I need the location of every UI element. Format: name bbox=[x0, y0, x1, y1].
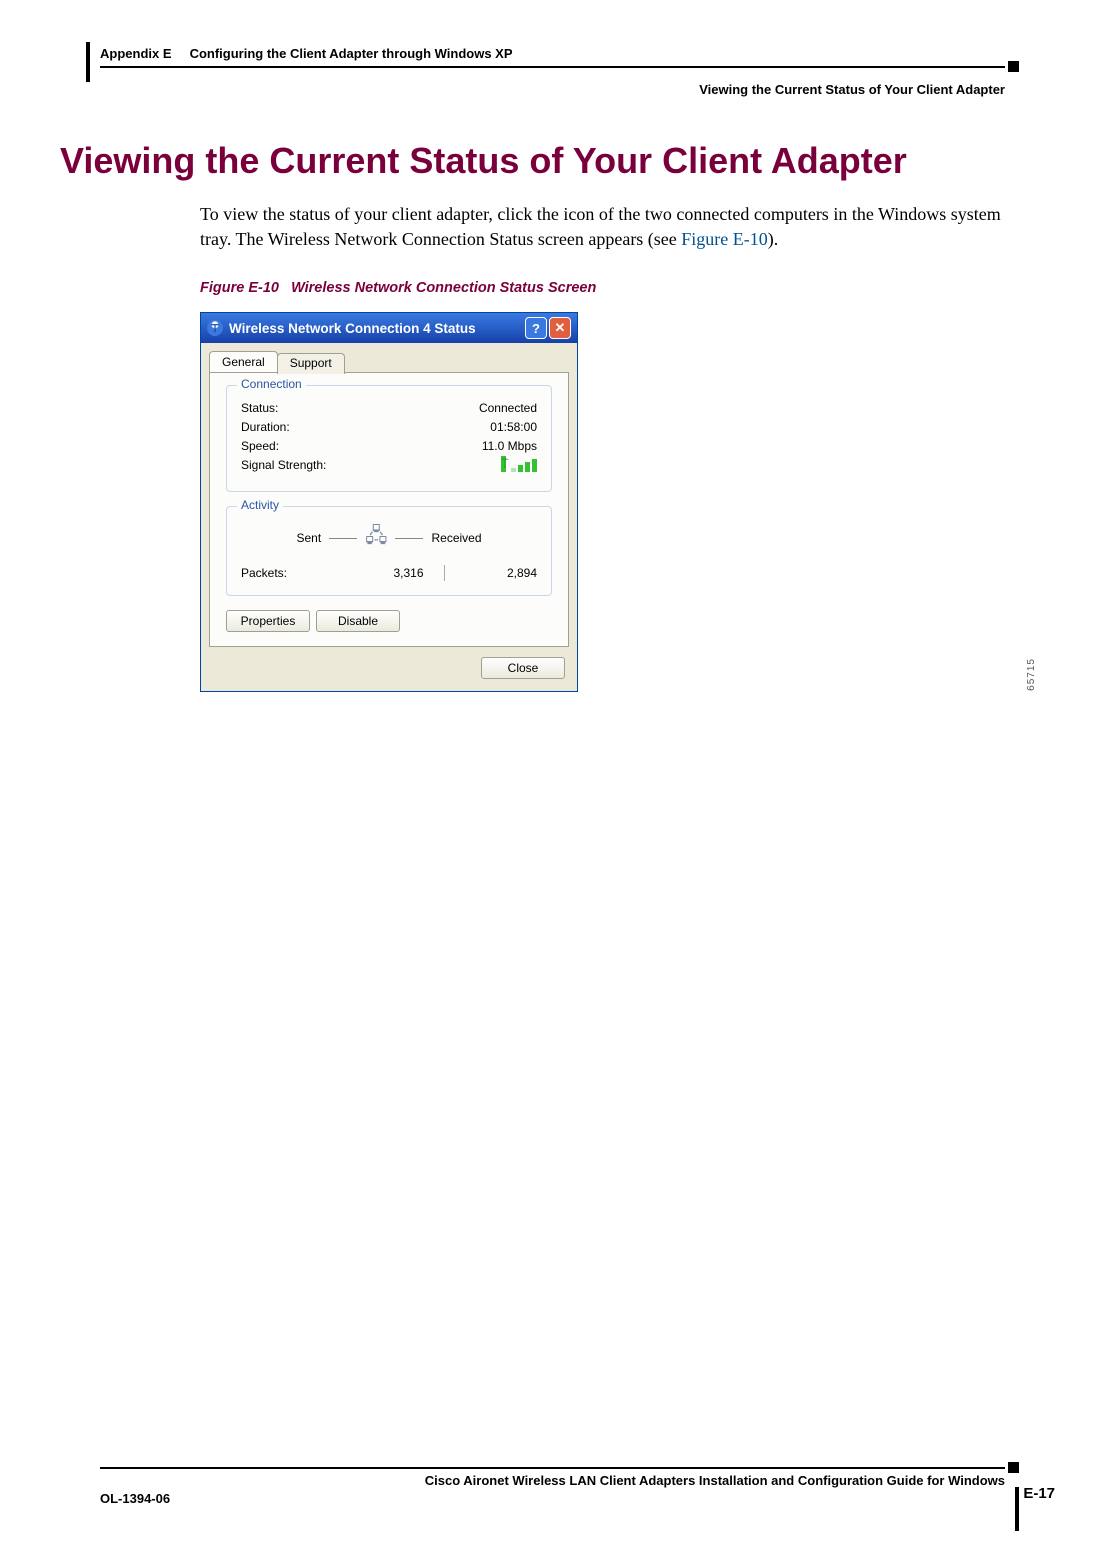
appendix-label: Appendix E bbox=[100, 46, 172, 61]
footer-right-marker bbox=[1008, 1462, 1019, 1473]
figure-id-number: 65715 bbox=[1026, 658, 1037, 691]
header-rule bbox=[100, 66, 1005, 68]
dialog-titlebar[interactable]: ⊤ Wireless Network Connection 4 Status ?… bbox=[201, 313, 577, 343]
header-left: Appendix E Configuring the Client Adapte… bbox=[100, 46, 513, 61]
header-right-marker bbox=[1008, 61, 1019, 72]
dialog-title: Wireless Network Connection 4 Status bbox=[229, 321, 476, 336]
connection-group: Connection Status: Connected Duration: 0… bbox=[226, 385, 552, 492]
speed-label: Speed: bbox=[241, 439, 279, 453]
header-left-bar bbox=[86, 42, 90, 82]
close-button[interactable]: Close bbox=[481, 657, 565, 679]
section-title: Viewing the Current Status of Your Clien… bbox=[699, 82, 1005, 97]
activity-line-left bbox=[329, 538, 357, 539]
tab-bar: General Support bbox=[209, 351, 569, 372]
status-label: Status: bbox=[241, 401, 278, 415]
wireless-icon: ⊤ bbox=[207, 320, 223, 336]
activity-group: Activity Sent 🖧 Received Packets: 3,316 bbox=[226, 506, 552, 596]
signal-label: Signal Strength: bbox=[241, 458, 326, 472]
tab-general[interactable]: General bbox=[209, 351, 278, 372]
page-heading: Viewing the Current Status of Your Clien… bbox=[60, 140, 1005, 182]
connection-legend: Connection bbox=[237, 377, 306, 391]
computers-icon: 🖧 bbox=[365, 521, 387, 555]
tab-support[interactable]: Support bbox=[277, 353, 345, 374]
para-after: ). bbox=[768, 229, 779, 249]
packets-received: 2,894 bbox=[445, 566, 538, 580]
duration-value: 01:58:00 bbox=[490, 420, 537, 434]
status-value: Connected bbox=[479, 401, 537, 415]
tab-body: Connection Status: Connected Duration: 0… bbox=[209, 372, 569, 647]
received-label: Received bbox=[431, 531, 481, 545]
packets-sent: 3,316 bbox=[331, 566, 444, 580]
speed-value: 11.0 Mbps bbox=[482, 439, 537, 453]
footer-page-number: E-17 bbox=[1023, 1485, 1055, 1502]
help-button[interactable]: ? bbox=[525, 317, 547, 339]
disable-button[interactable]: Disable bbox=[316, 610, 400, 632]
appendix-title: Configuring the Client Adapter through W… bbox=[190, 46, 513, 61]
figure-caption: Figure E-10 Wireless Network Connection … bbox=[200, 280, 1005, 296]
figure-label: Figure E-10 bbox=[200, 280, 279, 296]
figure-link[interactable]: Figure E-10 bbox=[681, 229, 767, 249]
footer-doc-number: OL-1394-06 bbox=[100, 1491, 170, 1506]
duration-label: Duration: bbox=[241, 420, 290, 434]
status-dialog: ⊤ Wireless Network Connection 4 Status ?… bbox=[200, 312, 578, 692]
activity-legend: Activity bbox=[237, 498, 283, 512]
properties-button[interactable]: Properties bbox=[226, 610, 310, 632]
intro-paragraph: To view the status of your client adapte… bbox=[200, 202, 1005, 252]
para-before: To view the status of your client adapte… bbox=[200, 204, 1001, 249]
figure-title: Wireless Network Connection Status Scree… bbox=[291, 280, 596, 296]
activity-line-right bbox=[395, 538, 423, 539]
footer-right-bar bbox=[1015, 1487, 1019, 1531]
close-icon[interactable]: ✕ bbox=[549, 317, 571, 339]
footer-guide-title: Cisco Aironet Wireless LAN Client Adapte… bbox=[425, 1473, 1005, 1488]
footer-rule bbox=[100, 1467, 1005, 1469]
packets-label: Packets: bbox=[241, 566, 331, 580]
sent-label: Sent bbox=[296, 531, 321, 545]
signal-strength-icon: ⍑ bbox=[501, 458, 537, 472]
